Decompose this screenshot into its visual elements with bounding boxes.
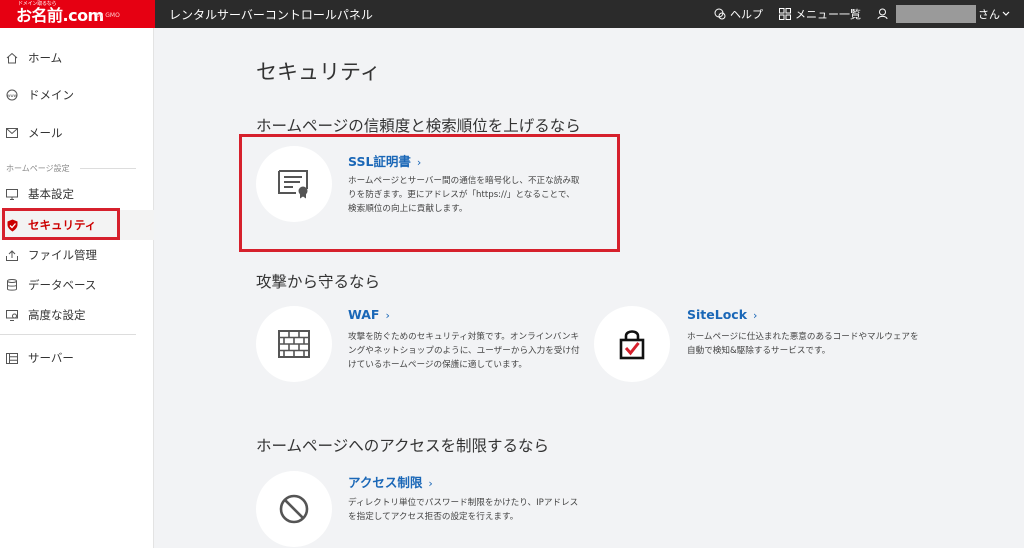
www-icon: www: [5, 88, 19, 102]
sidebar-item-label: データベース: [28, 278, 97, 292]
chevron-right-icon: ›: [428, 477, 433, 490]
user-menu[interactable]: さん: [877, 5, 1014, 23]
user-suffix: さん: [978, 8, 1000, 21]
page-title: セキュリティ: [256, 60, 381, 84]
access-restriction-description: ディレクトリ単位でパスワード制限をかけたり、IPアドレスを指定してアクセス拒否の…: [348, 498, 579, 522]
sidebar-item-label: メール: [28, 126, 63, 140]
sitelock-link[interactable]: SiteLock ›: [687, 307, 757, 322]
sidebar-item-database[interactable]: データベース: [0, 270, 154, 300]
sidebar-item-advanced-settings[interactable]: 高度な設定: [0, 300, 154, 330]
top-bar: ドメイン取るなら お名前.com by GMO レンタルサーバーコントロールパネ…: [0, 0, 1024, 28]
sidebar: ホーム www ドメイン メール ホームページ設定 基本設定 セキュリティ ファ…: [0, 28, 154, 548]
server-icon: [5, 351, 19, 365]
chevron-right-icon: ›: [416, 156, 422, 169]
sitelock-description: ホームページに仕込まれた悪意のあるコードやマルウェアを自動で検知&駆除するサービ…: [687, 332, 919, 356]
help-icon: [714, 8, 726, 20]
divider: [0, 334, 136, 335]
logo-sub: by GMO: [96, 12, 120, 19]
section-heading: ホームページへのアクセスを制限するなら: [256, 437, 549, 455]
grid-icon: [779, 8, 791, 20]
menu-list-label: メニュー一覧: [795, 8, 861, 21]
sidebar-item-file-manager[interactable]: ファイル管理: [0, 240, 154, 270]
username-redacted: [896, 5, 976, 23]
ssl-title: SSL証明書: [348, 154, 411, 169]
svg-text:www: www: [7, 93, 18, 98]
chevron-down-icon: [1002, 11, 1010, 16]
sidebar-item-label: サーバー: [28, 351, 74, 365]
waf-title: WAF: [348, 307, 380, 322]
waf-link[interactable]: WAF ›: [348, 307, 390, 322]
sidebar-item-server[interactable]: サーバー: [0, 343, 154, 373]
lock-check-icon: [594, 306, 670, 382]
header-actions: ヘルプ メニュー一覧 さん: [698, 0, 1014, 28]
certificate-icon: [256, 146, 332, 222]
prohibited-icon: [256, 471, 332, 547]
sidebar-section-heading: ホームページ設定: [6, 164, 70, 173]
sidebar-item-label: 高度な設定: [28, 308, 86, 322]
brand-logo[interactable]: ドメイン取るなら お名前.com by GMO: [0, 0, 155, 28]
help-link[interactable]: ヘルプ: [714, 6, 763, 22]
upload-icon: [5, 248, 19, 262]
ssl-link[interactable]: SSL証明書 ›: [348, 151, 421, 170]
mail-icon: [5, 126, 19, 140]
sidebar-item-basic-settings[interactable]: 基本設定: [0, 179, 154, 209]
highlight-annotation: [2, 208, 120, 240]
access-restriction-title: アクセス制限: [348, 475, 423, 490]
sidebar-item-mail[interactable]: メール: [0, 118, 154, 148]
sidebar-item-label: ドメイン: [28, 88, 74, 102]
access-restriction-link[interactable]: アクセス制限 ›: [348, 472, 433, 491]
ssl-description: ホームページとサーバー間の通信を暗号化し、不正な読み取りを防ぎます。更にアドレス…: [348, 176, 580, 214]
monitor-gear-icon: [5, 308, 19, 322]
sidebar-item-label: ファイル管理: [28, 248, 97, 262]
section-heading: 攻撃から守るなら: [256, 273, 381, 291]
home-icon: [5, 51, 19, 65]
section-heading: ホームページの信頼度と検索順位を上げるなら: [256, 117, 581, 135]
divider: [80, 168, 136, 169]
user-icon: [877, 8, 888, 20]
chevron-right-icon: ›: [385, 309, 390, 322]
menu-list-link[interactable]: メニュー一覧: [779, 6, 861, 22]
database-icon: [5, 278, 19, 292]
sidebar-item-domain[interactable]: www ドメイン: [0, 80, 154, 110]
logo-text: お名前.com: [16, 6, 104, 25]
monitor-icon: [5, 187, 19, 201]
sitelock-title: SiteLock: [687, 307, 748, 322]
waf-description: 攻撃を防ぐためのセキュリティ対策です。オンラインバンキングやネットショップのよう…: [348, 332, 580, 370]
firewall-icon: [256, 306, 332, 382]
sidebar-item-label: ホーム: [28, 51, 63, 65]
sidebar-item-label: 基本設定: [28, 187, 74, 201]
main-content: セキュリティ ホームページの信頼度と検索順位を上げるなら SSL証明書 › ホーム…: [155, 28, 1024, 548]
app-title: レンタルサーバーコントロールパネル: [169, 7, 373, 22]
help-label: ヘルプ: [730, 8, 763, 21]
sidebar-item-home[interactable]: ホーム: [0, 43, 154, 73]
chevron-right-icon: ›: [753, 309, 758, 322]
